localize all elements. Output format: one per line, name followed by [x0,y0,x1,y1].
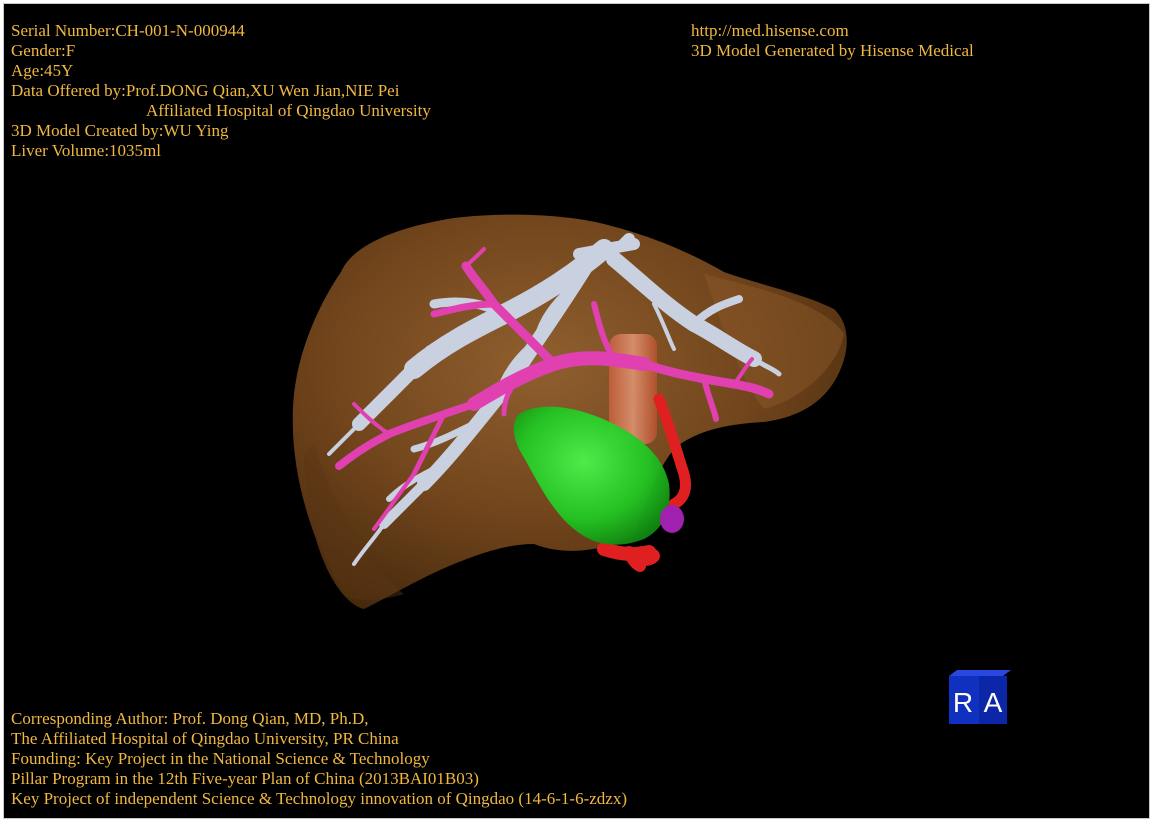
liver-volume-text: Liver Volume:1035ml [11,141,162,160]
founding-text: Founding: Key Project in the National Sc… [11,749,430,768]
model-created-by-text: 3D Model Created by:WU Ying [11,121,229,140]
key-project-text: Key Project of independent Science & Tec… [11,789,627,808]
credits-block: Corresponding Author: Prof. Dong Qian, M… [11,709,627,809]
site-info-block: http://med.hisense.com 3D Model Generate… [691,21,974,61]
orientation-cube-top [949,670,1011,676]
age-text: Age:45Y [11,61,74,80]
patient-info-block: Serial Number:CH-001-N-000944 Gender:F A… [11,21,431,161]
orientation-cube-left-label: R [953,687,973,718]
duodenum-stump [660,505,684,533]
orientation-cube-right-label: A [984,687,1003,718]
orientation-cube-icon[interactable]: R A [945,668,1011,726]
corresponding-author-text: Corresponding Author: Prof. Dong Qian, M… [11,709,369,728]
gender-text: Gender:F [11,41,76,60]
3d-viewport[interactable]: Serial Number:CH-001-N-000944 Gender:F A… [3,3,1150,819]
data-offered-by-text: Data Offered by:Prof.DONG Qian,XU Wen Ji… [11,81,400,100]
data-offered-affiliation-text: Affiliated Hospital of Qingdao Universit… [146,101,431,120]
serial-number-text: Serial Number:CH-001-N-000944 [11,21,245,40]
affiliation-text: The Affiliated Hospital of Qingdao Unive… [11,729,399,748]
site-url-text: http://med.hisense.com [691,21,849,40]
renal-artery-stump [628,546,660,566]
model-generator-text: 3D Model Generated by Hisense Medical [691,41,974,60]
program-text: Pillar Program in the 12th Five-year Pla… [11,769,479,788]
